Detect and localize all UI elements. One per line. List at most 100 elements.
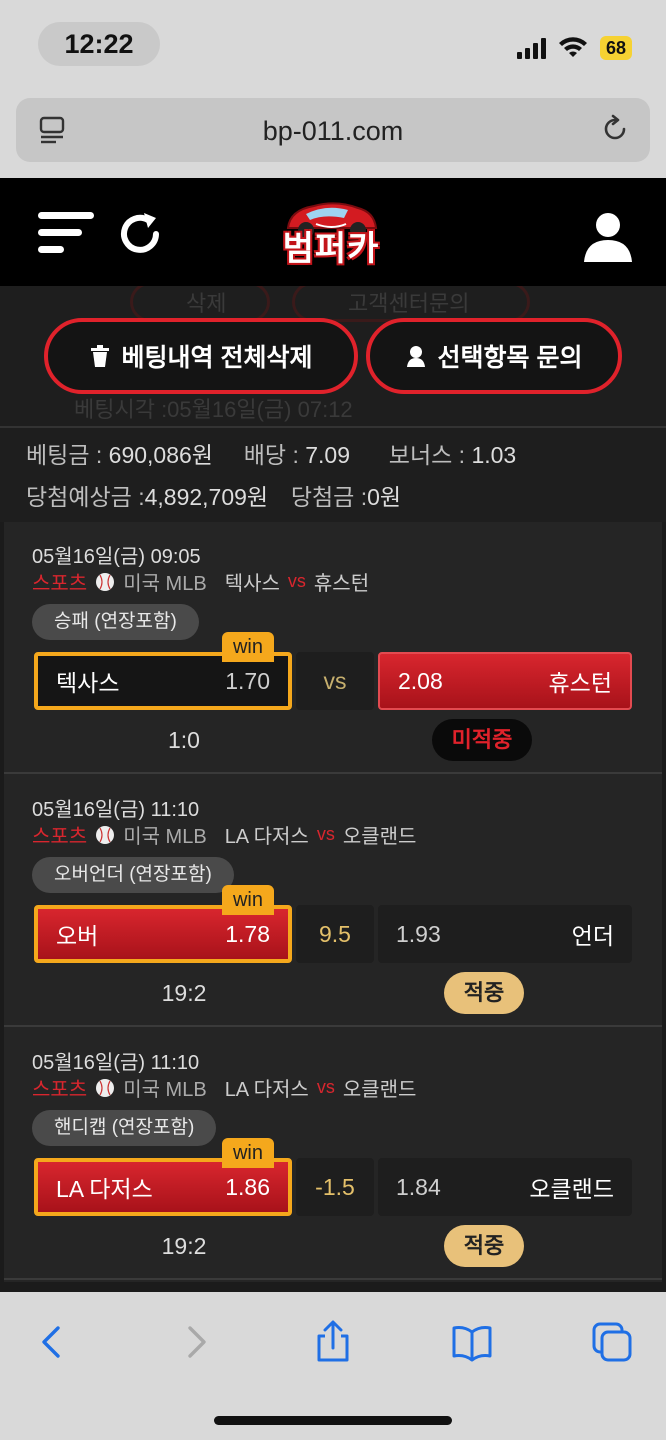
bonus-value: 1.03: [471, 442, 517, 468]
bet-summary: 베팅금 : 690,086원 배당 : 7.09 보너스 : 1.03 당첨예상…: [0, 426, 666, 522]
league-label: 미국 MLB: [123, 573, 207, 595]
home-team: 텍사스: [224, 573, 280, 595]
ghost-inquiry-label: 고객센터문의: [348, 291, 470, 316]
line-value: -1.5: [296, 1158, 374, 1216]
vs-label: vs: [287, 571, 306, 591]
inquire-selected-label: 선택항목 문의: [437, 344, 583, 372]
line-value: 9.5: [296, 905, 374, 963]
expected-win-label: 당첨예상금 :: [26, 484, 145, 510]
odds-label: 배당 :: [243, 442, 299, 468]
home-team: LA 다저스: [224, 826, 309, 848]
user-profile-icon[interactable]: [580, 208, 636, 264]
reload-icon[interactable]: [600, 114, 630, 144]
battery-indicator: 68: [599, 36, 632, 60]
win-badge: win: [222, 1138, 274, 1168]
league-label: 미국 MLB: [123, 1079, 207, 1101]
away-odds-button[interactable]: 1.84 오클랜드: [378, 1158, 632, 1216]
hamburger-menu-icon[interactable]: [38, 212, 94, 256]
home-pick-label: LA 다저스: [56, 1176, 153, 1202]
home-odds: 1.78: [225, 920, 270, 947]
refresh-icon[interactable]: [116, 210, 164, 258]
home-team: LA 다저스: [224, 1079, 309, 1101]
address-bar[interactable]: bp-011.com: [16, 98, 650, 162]
bookmarks-icon[interactable]: [450, 1320, 494, 1364]
forward-icon[interactable]: [174, 1320, 218, 1364]
bet-date: 05월16일(금) 11:10: [32, 1052, 200, 1074]
league-label: 미국 MLB: [123, 826, 207, 848]
url-text: bp-011.com: [262, 116, 404, 146]
bet-date: 05월16일(금) 11:10: [32, 799, 200, 821]
sport-label: 스포츠: [32, 826, 88, 848]
final-score: 19:2: [161, 1233, 207, 1259]
inquire-selected-button[interactable]: 선택항목 문의: [366, 318, 622, 394]
market-badge: 핸디캡 (연장포함): [32, 1110, 217, 1146]
away-pick-label: 휴스턴: [548, 670, 612, 696]
win-amount-value: 0원: [367, 484, 402, 510]
result-badge-miss: 미적중: [432, 719, 532, 761]
app-header: 범퍼카: [0, 178, 666, 286]
win-badge: win: [222, 632, 274, 662]
bet-meta: 스포츠 미국 MLB LA 다저스 vs 오클랜드: [32, 1073, 416, 1102]
browser-address-area: bp-011.com: [0, 90, 666, 178]
summary-row-amounts: 베팅금 : 690,086원 배당 : 7.09 보너스 : 1.03: [26, 436, 516, 470]
site-logo[interactable]: 범퍼카: [266, 194, 396, 278]
result-badge-hit: 적중: [444, 972, 524, 1014]
home-pick-label: 텍사스: [56, 670, 120, 696]
home-odds: 1.70: [225, 667, 270, 694]
away-odds-button[interactable]: 2.08 휴스턴: [378, 652, 632, 710]
share-icon[interactable]: [311, 1320, 355, 1364]
trash-icon: [90, 345, 109, 367]
baseball-icon: [96, 825, 115, 844]
home-odds: 1.86: [225, 1173, 270, 1200]
bet-meta: 스포츠 미국 MLB LA 다저스 vs 오클랜드: [32, 820, 416, 849]
win-amount-label: 당첨금 :: [290, 484, 368, 510]
bet-amount-label: 베팅금 :: [26, 442, 103, 468]
cellular-signal-icon: [516, 37, 546, 59]
away-team: 오클랜드: [342, 826, 417, 848]
summary-row-winnings: 당첨예상금 :4,892,709원 당첨금 :0원: [26, 478, 401, 512]
baseball-icon: [96, 1078, 115, 1097]
ghost-delete-label: 삭제: [186, 291, 227, 316]
away-team: 오클랜드: [342, 1079, 417, 1101]
bet-meta: 스포츠 미국 MLB 텍사스 vs 휴스턴: [32, 567, 369, 596]
away-pick-label: 오클랜드: [529, 1176, 614, 1202]
baseball-icon: [96, 572, 115, 591]
bet-list: 05월16일(금) 09:05 스포츠 미국 MLB 텍사스 vs 휴스턴 승패…: [4, 522, 662, 1282]
market-badge: 승패 (연장포함): [32, 604, 199, 640]
sport-label: 스포츠: [32, 573, 88, 595]
bet-amount-value: 690,086원: [108, 442, 213, 468]
status-bar: 12:22 68: [0, 0, 666, 90]
home-indicator: [214, 1416, 452, 1425]
delete-all-label: 베팅내역 전체삭제: [121, 344, 313, 372]
market-badge: 오버언더 (연장포함): [32, 857, 234, 893]
action-bar: 삭제 고객센터문의 베팅시각 :05월16일(금) 07:12 베팅내역 전체삭…: [0, 286, 666, 426]
vs-label: vs: [316, 824, 335, 844]
odds-value: 7.09: [305, 442, 351, 468]
support-agent-icon: [406, 346, 425, 367]
away-odds: 1.93: [396, 920, 441, 947]
bonus-label: 보너스 :: [388, 442, 466, 468]
delete-all-bets-button[interactable]: 베팅내역 전체삭제: [44, 318, 358, 394]
browser-toolbar: [0, 1292, 666, 1440]
logo-text: 범퍼카: [282, 230, 380, 268]
vs-label: vs: [316, 1077, 335, 1097]
final-score: 19:2: [161, 980, 207, 1006]
win-badge: win: [222, 885, 274, 915]
final-score: 1:0: [168, 727, 200, 753]
bet-item: 05월16일(금) 11:10 스포츠 미국 MLB LA 다저스 vs 오클랜…: [4, 1028, 662, 1280]
status-time: 12:22: [38, 22, 160, 66]
tabs-icon[interactable]: [590, 1320, 634, 1364]
away-team: 휴스턴: [313, 573, 370, 595]
bet-date: 05월16일(금) 09:05: [32, 546, 201, 568]
back-icon[interactable]: [30, 1320, 74, 1364]
ghost-bet-time: 베팅시각 :05월16일(금) 07:12: [74, 397, 353, 422]
status-icons: 68: [516, 36, 632, 60]
away-odds: 2.08: [398, 667, 443, 694]
away-odds: 1.84: [396, 1173, 441, 1200]
away-odds-button[interactable]: 1.93 언더: [378, 905, 632, 963]
result-badge-hit: 적중: [444, 1225, 524, 1267]
expected-win-value: 4,892,709원: [144, 484, 269, 510]
wifi-icon: [558, 37, 587, 57]
sport-label: 스포츠: [32, 1079, 88, 1101]
away-pick-label: 언더: [571, 923, 614, 949]
